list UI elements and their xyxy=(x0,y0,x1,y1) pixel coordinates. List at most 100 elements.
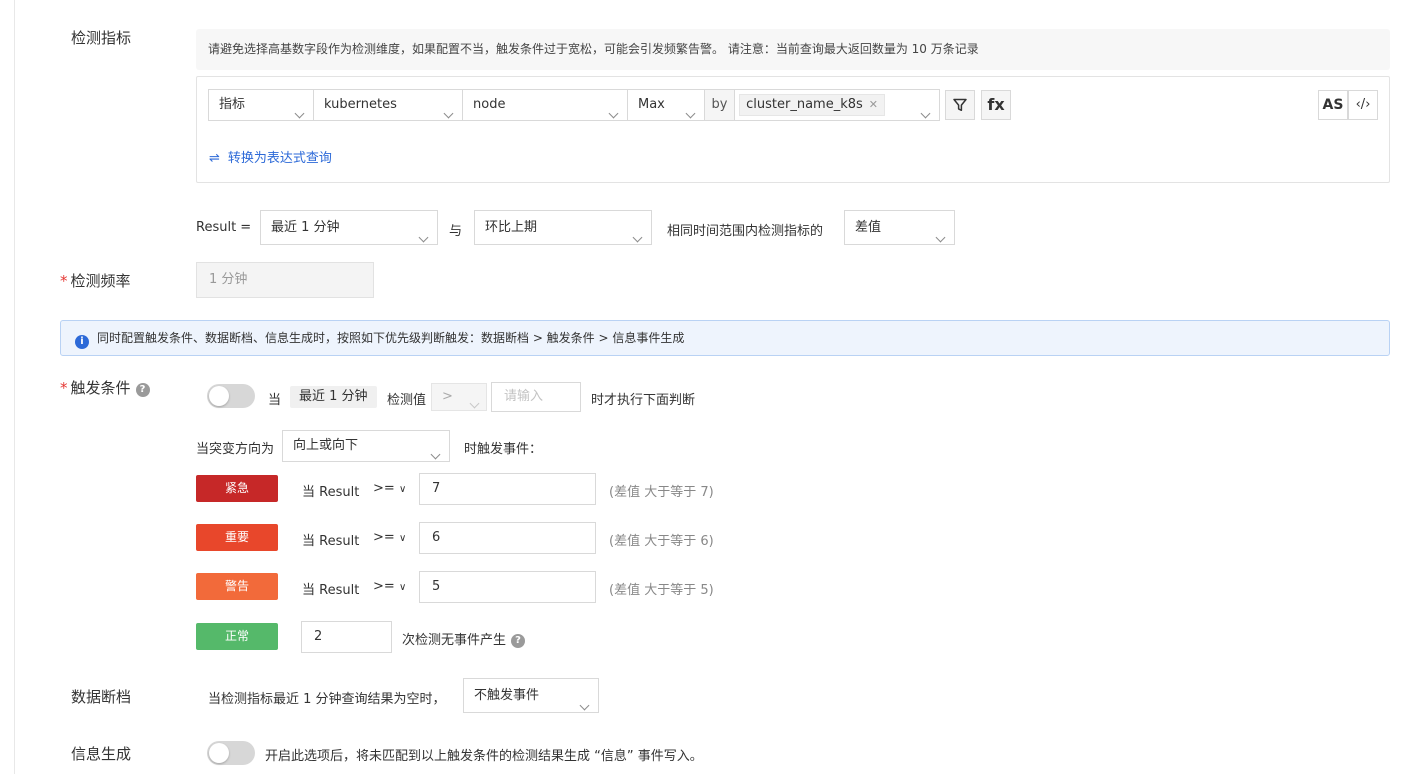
priority-alert-text: 同时配置触发条件、数据断档、信息生成时，按照如下优先级判断触发：数据断档 > 触… xyxy=(97,331,685,345)
data-gap-action-select[interactable]: 不触发事件 xyxy=(463,678,599,713)
direction-label: 当突变方向为 xyxy=(196,442,275,457)
help-icon[interactable]: ? xyxy=(135,383,150,397)
convert-expression-link[interactable]: ⇌ 转换为表达式查询 xyxy=(209,147,332,166)
direction-value: 向上或向下 xyxy=(293,438,359,453)
direction-select[interactable]: 向上或向下 xyxy=(282,430,450,462)
frequency-input[interactable]: 1 分钟 xyxy=(196,262,374,298)
chevron-down-icon xyxy=(443,99,454,129)
chevron-down-icon xyxy=(418,221,429,254)
trigger-precondition-toggle[interactable] xyxy=(207,384,255,408)
trigger-label: * 触发条件? xyxy=(60,377,150,398)
chevron-down-icon xyxy=(430,440,441,470)
aggregation-value: Max xyxy=(638,97,665,112)
toggle-knob xyxy=(209,386,229,406)
level-important-badge: 重要 xyxy=(196,524,278,551)
then-text: 时才执行下面判断 xyxy=(591,393,696,408)
direction-suffix: 时触发事件： xyxy=(464,442,543,457)
difference-mode-select[interactable]: 差值 xyxy=(844,210,955,245)
operator-value: >= xyxy=(373,579,395,594)
group-by-tag-label: cluster_name_k8s xyxy=(746,97,863,112)
normal-text: 次检测无事件产生? xyxy=(402,629,526,648)
metric-label: 检测指标 xyxy=(71,29,132,47)
chevron-down-icon xyxy=(935,221,946,254)
level-critical-note: (差值 大于等于 7) xyxy=(609,485,714,500)
data-gap-text: 当检测指标最近 1 分钟查询结果为空时， xyxy=(208,692,446,707)
frequency-label: * 检测频率 xyxy=(60,270,131,291)
info-gen-label: 信息生成 xyxy=(71,745,132,763)
level-warning-when: 当 Result xyxy=(302,583,360,598)
level-warning-badge: 警告 xyxy=(196,573,278,600)
precondition-value-input[interactable]: 请输入 xyxy=(491,382,581,412)
operator-value: >= xyxy=(373,481,395,496)
frequency-label-text: 检测频率 xyxy=(70,272,131,290)
swap-icon: ⇌ xyxy=(209,151,220,166)
info-gen-toggle[interactable] xyxy=(207,741,255,765)
chevron-down-icon: ∨ xyxy=(398,582,407,593)
conjunction-text: 与 xyxy=(449,224,463,239)
precondition-operator-value: > xyxy=(442,389,453,404)
measurement-select[interactable]: node xyxy=(462,89,628,121)
source-select[interactable]: kubernetes xyxy=(313,89,463,121)
trigger-label-text: 触发条件 xyxy=(70,379,131,397)
level-important-threshold-input[interactable]: 6 xyxy=(419,522,596,554)
level-important-operator-select[interactable]: >= ∨ xyxy=(373,530,406,545)
compare-select[interactable]: 环比上期 xyxy=(474,210,652,245)
result-label: Result = xyxy=(196,220,252,235)
level-normal-badge: 正常 xyxy=(196,623,278,650)
cardinality-hint: 请避免选择高基数字段作为检测维度，如果配置不当，触发条件过于宽松，可能会引发频繁… xyxy=(196,29,1390,70)
chevron-down-icon xyxy=(608,99,619,129)
help-icon[interactable]: ? xyxy=(511,634,526,648)
convert-link-label: 转换为表达式查询 xyxy=(227,151,332,166)
when-text: 当 xyxy=(268,393,282,408)
chevron-down-icon: ∨ xyxy=(398,484,407,495)
required-marker: * xyxy=(60,379,68,397)
normal-text-label: 次检测无事件产生 xyxy=(402,633,507,648)
result-range-value: 最近 1 分钟 xyxy=(271,220,340,235)
info-icon: i xyxy=(75,335,89,349)
filter-icon xyxy=(953,98,967,112)
level-warning-threshold-input[interactable]: 5 xyxy=(419,571,596,603)
level-critical-threshold-input[interactable]: 7 xyxy=(419,473,596,505)
data-gap-action-value: 不触发事件 xyxy=(474,688,540,703)
info-gen-text: 开启此选项后，将未匹配到以上触发条件的检测结果生成 “信息” 事件写入。 xyxy=(265,749,703,764)
toggle-knob xyxy=(209,743,229,763)
level-important-note: (差值 大于等于 6) xyxy=(609,534,714,549)
code-button[interactable]: ‹/› xyxy=(1348,90,1378,120)
by-label: by xyxy=(705,90,735,120)
chevron-down-icon xyxy=(294,99,305,129)
priority-alert: i 同时配置触发条件、数据断档、信息生成时，按照如下优先级判断触发：数据断档 > … xyxy=(60,320,1390,356)
query-type-select[interactable]: 指标 xyxy=(208,89,314,121)
range-chip: 最近 1 分钟 xyxy=(290,386,377,408)
chevron-down-icon: ∨ xyxy=(398,533,407,544)
precondition-operator-select[interactable]: > xyxy=(431,383,487,411)
left-divider xyxy=(14,0,15,774)
group-by-select[interactable]: by cluster_name_k8s ✕ xyxy=(704,89,940,121)
query-type-value: 指标 xyxy=(219,97,246,112)
input-placeholder: 请输入 xyxy=(504,389,544,404)
level-warning-operator-select[interactable]: >= ∨ xyxy=(373,579,406,594)
chevron-down-icon xyxy=(469,391,480,417)
chevron-down-icon xyxy=(579,689,590,722)
result-range-select[interactable]: 最近 1 分钟 xyxy=(260,210,438,245)
difference-mode-value: 差值 xyxy=(855,220,882,235)
alias-button[interactable]: AS xyxy=(1318,90,1348,120)
level-warning-note: (差值 大于等于 5) xyxy=(609,583,714,598)
close-icon[interactable]: ✕ xyxy=(869,98,878,111)
chevron-down-icon xyxy=(920,99,931,129)
chevron-down-icon xyxy=(632,221,643,254)
group-by-tag[interactable]: cluster_name_k8s ✕ xyxy=(739,94,886,116)
normal-count-input[interactable]: 2 xyxy=(301,621,392,653)
level-critical-operator-select[interactable]: >= ∨ xyxy=(373,481,406,496)
level-critical-when: 当 Result xyxy=(302,485,360,500)
check-value-text: 检测值 xyxy=(387,393,427,408)
level-critical-badge: 紧急 xyxy=(196,475,278,502)
required-marker: * xyxy=(60,272,68,290)
chevron-down-icon xyxy=(685,99,696,129)
aggregation-select[interactable]: Max xyxy=(627,89,705,121)
filter-button[interactable] xyxy=(945,90,975,120)
function-button[interactable]: fx xyxy=(981,90,1011,120)
source-value: kubernetes xyxy=(324,97,397,112)
query-builder: 指标 kubernetes node Max by cluster_name_k… xyxy=(196,76,1390,183)
operator-value: >= xyxy=(373,530,395,545)
data-gap-label: 数据断档 xyxy=(71,688,132,706)
